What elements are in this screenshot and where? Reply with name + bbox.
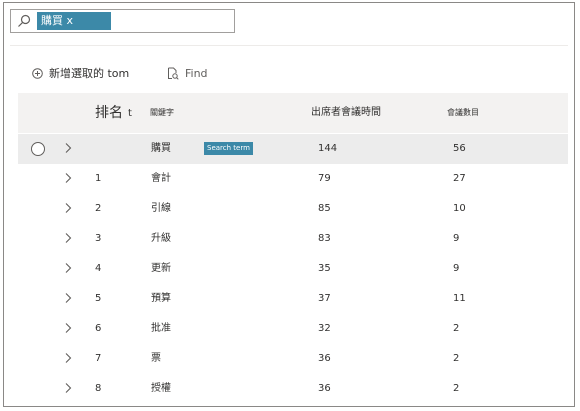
attendee-time-cell: 79 bbox=[318, 173, 331, 184]
table-row[interactable]: 5 預算 37 11 bbox=[18, 284, 568, 314]
find-button[interactable]: Find bbox=[167, 63, 208, 83]
attendee-time-cell: 85 bbox=[318, 203, 331, 214]
sort-indicator: t bbox=[128, 108, 132, 119]
chevron-right-icon[interactable] bbox=[63, 382, 73, 394]
column-header-keyword[interactable]: 關鍵字 bbox=[150, 93, 174, 133]
table-row[interactable]: 1 會計 79 27 bbox=[18, 164, 568, 194]
column-header-meeting-count[interactable]: 會議數目 bbox=[447, 93, 479, 133]
table-row[interactable]: 2 引線 85 10 bbox=[18, 194, 568, 224]
attendee-time-cell: 35 bbox=[318, 263, 331, 274]
search-icon bbox=[18, 14, 31, 27]
chevron-right-icon[interactable] bbox=[63, 142, 73, 154]
table-row[interactable]: 8 授權 36 2 bbox=[18, 374, 568, 404]
search-term-badge: Search term bbox=[204, 142, 253, 155]
meeting-count-cell: 9 bbox=[453, 233, 460, 244]
rank-header-label: 排名 bbox=[95, 105, 123, 121]
meeting-count-cell: 2 bbox=[453, 323, 460, 334]
chevron-right-icon[interactable] bbox=[63, 292, 73, 304]
rank-cell: 5 bbox=[95, 293, 102, 304]
table-row[interactable]: 6 批准 32 2 bbox=[18, 314, 568, 344]
attendee-time-cell: 83 bbox=[318, 233, 331, 244]
chevron-right-icon[interactable] bbox=[63, 322, 73, 334]
table-row[interactable]: 7 票 36 2 bbox=[18, 344, 568, 374]
find-label: Find bbox=[185, 66, 208, 80]
rank-cell: 7 bbox=[95, 353, 102, 364]
keyword-cell: 票 bbox=[151, 353, 161, 364]
rank-cell: 1 bbox=[95, 173, 102, 184]
chevron-right-icon[interactable] bbox=[63, 202, 73, 214]
table-row[interactable]: 3 升級 83 9 bbox=[18, 224, 568, 254]
keyword-cell: 更新 bbox=[151, 263, 171, 274]
column-header-rank[interactable]: 排名 t bbox=[95, 93, 132, 133]
add-circle-icon bbox=[32, 67, 43, 79]
column-header-attendee-time[interactable]: 出席者會議時間 bbox=[311, 93, 381, 133]
rank-cell: 4 bbox=[95, 263, 102, 274]
app-frame: 購買 x 新增選取的 tom Find 排名 t 關鍵字 出席者會議時間 會議數目… bbox=[3, 2, 575, 407]
meeting-count-cell: 10 bbox=[453, 203, 466, 214]
attendee-time-cell: 32 bbox=[318, 323, 331, 334]
add-selected-button[interactable]: 新增選取的 tom bbox=[32, 63, 129, 83]
table-row[interactable]: 購買 Search term 144 56 bbox=[18, 134, 568, 164]
keyword-cell: 批准 bbox=[151, 323, 171, 334]
chevron-right-icon[interactable] bbox=[63, 232, 73, 244]
keyword-cell: 購買 bbox=[151, 143, 171, 154]
attendee-time-cell: 36 bbox=[318, 383, 331, 394]
rank-cell: 6 bbox=[95, 323, 102, 334]
search-box[interactable]: 購買 x bbox=[10, 9, 235, 33]
meeting-count-cell: 56 bbox=[453, 143, 466, 154]
add-selected-label: 新增選取的 tom bbox=[49, 67, 130, 80]
chevron-right-icon[interactable] bbox=[63, 352, 73, 364]
rank-cell: 8 bbox=[95, 383, 102, 394]
meeting-count-cell: 11 bbox=[453, 293, 466, 304]
chevron-right-icon[interactable] bbox=[63, 262, 73, 274]
rank-cell: 2 bbox=[95, 203, 102, 214]
table-header: 排名 t 關鍵字 出席者會議時間 會議數目 bbox=[18, 93, 568, 133]
meeting-count-cell: 2 bbox=[453, 383, 460, 394]
search-term-chip[interactable]: 購買 x bbox=[37, 12, 111, 30]
meeting-count-cell: 2 bbox=[453, 353, 460, 364]
attendee-time-cell: 36 bbox=[318, 353, 331, 364]
keyword-cell: 升級 bbox=[151, 233, 171, 244]
attendee-time-cell: 37 bbox=[318, 293, 331, 304]
divider bbox=[10, 45, 568, 46]
row-select-radio[interactable] bbox=[31, 142, 45, 156]
meeting-count-cell: 27 bbox=[453, 173, 466, 184]
attendee-time-cell: 144 bbox=[318, 143, 338, 154]
keyword-cell: 授權 bbox=[151, 383, 171, 394]
keyword-cell: 引線 bbox=[151, 203, 171, 214]
table-row[interactable]: 4 更新 35 9 bbox=[18, 254, 568, 284]
meeting-count-cell: 9 bbox=[453, 263, 460, 274]
chevron-right-icon[interactable] bbox=[63, 172, 73, 184]
find-document-icon bbox=[168, 67, 179, 80]
rank-cell: 3 bbox=[95, 233, 102, 244]
keyword-cell: 會計 bbox=[151, 173, 171, 184]
keyword-cell: 預算 bbox=[151, 293, 171, 304]
